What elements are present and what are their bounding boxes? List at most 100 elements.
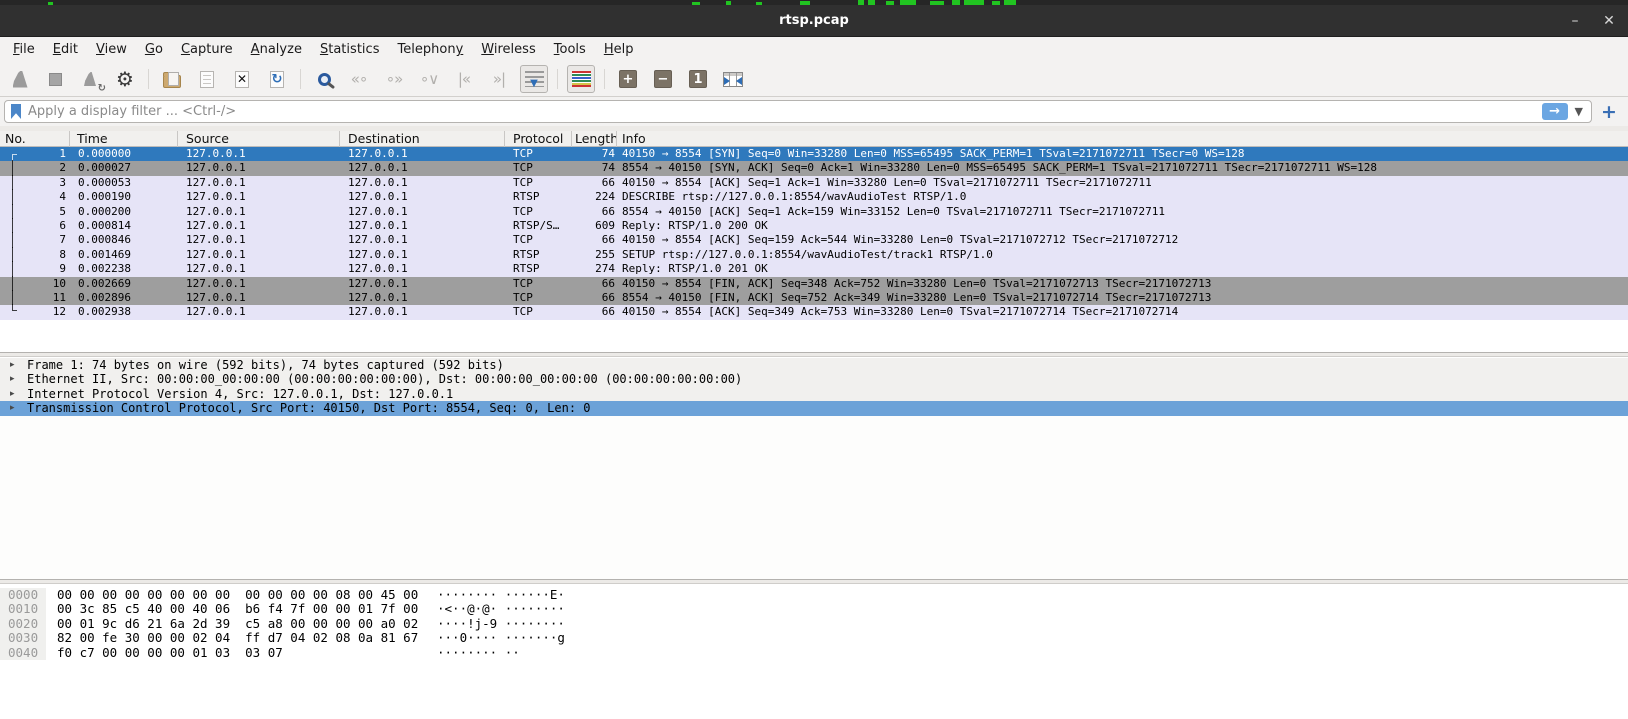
- menu-view[interactable]: View: [87, 39, 136, 60]
- hex-offset: 0000: [0, 588, 46, 602]
- packet-row[interactable]: 70.000846127.0.0.1127.0.0.1TCP6640150 → …: [0, 233, 1628, 247]
- packet-row[interactable]: 20.000027127.0.0.1127.0.0.1TCP748554 → 4…: [0, 161, 1628, 175]
- go-forward-button[interactable]: ∘»: [380, 65, 408, 93]
- cell-source: 127.0.0.1: [178, 176, 340, 190]
- hex-row[interactable]: 0040f0 c7 00 00 00 00 01 03 03 07·······…: [0, 646, 1628, 660]
- cell-time: 0.002896: [70, 291, 178, 305]
- reload-file-button[interactable]: ↻: [263, 65, 291, 93]
- menu-wireless[interactable]: Wireless: [472, 39, 544, 60]
- display-filter-input[interactable]: [28, 104, 1542, 119]
- packet-row[interactable]: 10.000000127.0.0.1127.0.0.1TCP7440150 → …: [0, 147, 1628, 161]
- save-file-button[interactable]: [193, 65, 221, 93]
- menu-edit[interactable]: Edit: [44, 39, 87, 60]
- cell-no: 7: [0, 233, 70, 247]
- hex-bytes[interactable]: 00 00 00 00 00 00 00 00 00 00 00 00 08 0…: [57, 588, 437, 602]
- detail-row-text: Internet Protocol Version 4, Src: 127.0.…: [27, 387, 453, 401]
- hex-row[interactable]: 003082 00 fe 30 00 00 02 04 ff d7 04 02 …: [0, 631, 1628, 645]
- capture-start-button[interactable]: [6, 65, 34, 93]
- hex-ascii[interactable]: ···0···· ·······g: [437, 631, 565, 645]
- column-header-source[interactable]: Source: [178, 131, 340, 147]
- detail-row[interactable]: ▸Ethernet II, Src: 00:00:00_00:00:00 (00…: [0, 372, 1628, 386]
- column-header-destination[interactable]: Destination: [340, 131, 505, 147]
- hex-ascii[interactable]: ········ ······E·: [437, 588, 565, 602]
- menu-analyze[interactable]: Analyze: [242, 39, 311, 60]
- pane-splitter-top[interactable]: [0, 352, 1628, 357]
- packet-row[interactable]: 110.002896127.0.0.1127.0.0.1TCP668554 → …: [0, 291, 1628, 305]
- cell-no: 6: [0, 219, 70, 233]
- menu-help[interactable]: Help: [595, 39, 643, 60]
- zoom-original-button[interactable]: 1: [684, 65, 712, 93]
- close-button[interactable]: ✕: [1594, 5, 1624, 37]
- menu-tools[interactable]: Tools: [545, 39, 595, 60]
- menu-file[interactable]: File: [4, 39, 44, 60]
- filter-bookmark-icon[interactable]: [11, 104, 21, 119]
- column-header-protocol[interactable]: Protocol: [505, 131, 572, 147]
- add-filter-button[interactable]: +: [1597, 100, 1621, 123]
- packet-row[interactable]: 30.000053127.0.0.1127.0.0.1TCP6640150 → …: [0, 176, 1628, 190]
- resize-columns-button[interactable]: [719, 65, 747, 93]
- column-header-info[interactable]: Info: [617, 131, 1628, 147]
- column-header-time[interactable]: Time: [70, 131, 178, 147]
- detail-row[interactable]: ▸Frame 1: 74 bytes on wire (592 bits), 7…: [0, 358, 1628, 372]
- hex-ascii[interactable]: ········ ··: [437, 646, 520, 660]
- go-to-packet-button[interactable]: ∘∨: [415, 65, 443, 93]
- menu-statistics[interactable]: Statistics: [311, 39, 389, 60]
- display-filter-field[interactable]: → ▼: [4, 100, 1592, 123]
- detail-row[interactable]: ▸Transmission Control Protocol, Src Port…: [0, 401, 1628, 415]
- detail-row[interactable]: ▸ Internet Protocol Version 4, Src: 127.0…: [0, 387, 1628, 401]
- hex-row[interactable]: 002000 01 9c d6 21 6a 2d 39 c5 a8 00 00 …: [0, 617, 1628, 631]
- hex-bytes[interactable]: 82 00 fe 30 00 00 02 04 ff d7 04 02 08 0…: [57, 631, 437, 645]
- zoom-out-button[interactable]: −: [649, 65, 677, 93]
- hex-bytes[interactable]: 00 3c 85 c5 40 00 40 06 b6 f4 7f 00 00 0…: [57, 602, 437, 616]
- menu-go[interactable]: Go: [136, 39, 172, 60]
- packet-row[interactable]: 50.000200127.0.0.1127.0.0.1TCP668554 → 4…: [0, 205, 1628, 219]
- zoom-in-button[interactable]: +: [614, 65, 642, 93]
- expander-icon[interactable]: ▸: [10, 387, 15, 401]
- hex-ascii[interactable]: ·<··@·@· ········: [437, 602, 565, 616]
- minimize-button[interactable]: –: [1560, 5, 1590, 37]
- cell-no: 9: [0, 262, 70, 276]
- apply-filter-button[interactable]: →: [1542, 103, 1568, 120]
- capture-stop-button[interactable]: [41, 65, 69, 93]
- cell-length: 224: [572, 190, 617, 204]
- menu-capture[interactable]: Capture: [172, 39, 242, 60]
- capture-options-button[interactable]: ⚙: [111, 65, 139, 93]
- expander-icon[interactable]: ▸: [10, 358, 15, 372]
- titlebar[interactable]: rtsp.pcap – ✕: [0, 5, 1628, 37]
- file-reload-glyph: ↻: [271, 72, 283, 87]
- expander-icon[interactable]: ▸: [10, 401, 15, 415]
- filter-dropdown-icon[interactable]: ▼: [1575, 105, 1583, 118]
- hex-row[interactable]: 001000 3c 85 c5 40 00 40 06 b6 f4 7f 00 …: [0, 602, 1628, 616]
- packet-row[interactable]: 60.000814127.0.0.1127.0.0.1RTSP/S…609Rep…: [0, 219, 1628, 233]
- packet-list: 10.000000127.0.0.1127.0.0.1TCP7440150 → …: [0, 147, 1628, 320]
- capture-restart-button[interactable]: ↻: [76, 65, 104, 93]
- hex-row[interactable]: 0000 00 00 00 00 00 00 00 00 00 00 00 00 …: [0, 588, 1628, 602]
- menu-telephony[interactable]: Telephony: [388, 39, 472, 60]
- packet-row[interactable]: 90.002238127.0.0.1127.0.0.1RTSP274Reply:…: [0, 262, 1628, 276]
- cell-time: 0.000814: [70, 219, 178, 233]
- packet-row[interactable]: 80.001469127.0.0.1127.0.0.1RTSP255SETUP …: [0, 248, 1628, 262]
- cell-source: 127.0.0.1: [178, 277, 340, 291]
- packet-bytes-pane: 0000 00 00 00 00 00 00 00 00 00 00 00 00 …: [0, 585, 1628, 719]
- cell-time: 0.002938: [70, 305, 178, 319]
- go-first-packet-button[interactable]: |«: [450, 65, 478, 93]
- cell-no: 8: [0, 248, 70, 262]
- packet-list-header: No.TimeSourceDestinationProtocolLengthIn…: [0, 131, 1628, 147]
- packet-row[interactable]: 40.000190127.0.0.1127.0.0.1RTSP224DESCRI…: [0, 190, 1628, 204]
- column-header-length[interactable]: Length: [572, 131, 617, 147]
- hex-bytes[interactable]: f0 c7 00 00 00 00 01 03 03 07: [57, 646, 437, 660]
- pane-splitter-bottom[interactable]: [0, 579, 1628, 584]
- hex-ascii[interactable]: ····!j-9 ········: [437, 617, 565, 631]
- autoscroll-button[interactable]: [520, 65, 548, 93]
- packet-row[interactable]: 120.002938127.0.0.1127.0.0.1TCP6640150 →…: [0, 305, 1628, 319]
- hex-bytes[interactable]: 00 01 9c d6 21 6a 2d 39 c5 a8 00 00 00 0…: [57, 617, 437, 631]
- column-header-no[interactable]: No.: [0, 131, 70, 147]
- packet-row[interactable]: 100.002669127.0.0.1127.0.0.1TCP6640150 →…: [0, 277, 1628, 291]
- expander-icon[interactable]: ▸: [10, 372, 15, 386]
- go-last-packet-button[interactable]: »|: [485, 65, 513, 93]
- go-back-button[interactable]: «∘: [345, 65, 373, 93]
- open-file-button[interactable]: [158, 65, 186, 93]
- find-packet-button[interactable]: [310, 65, 338, 93]
- colorize-button[interactable]: [567, 65, 595, 93]
- close-file-button[interactable]: ✕: [228, 65, 256, 93]
